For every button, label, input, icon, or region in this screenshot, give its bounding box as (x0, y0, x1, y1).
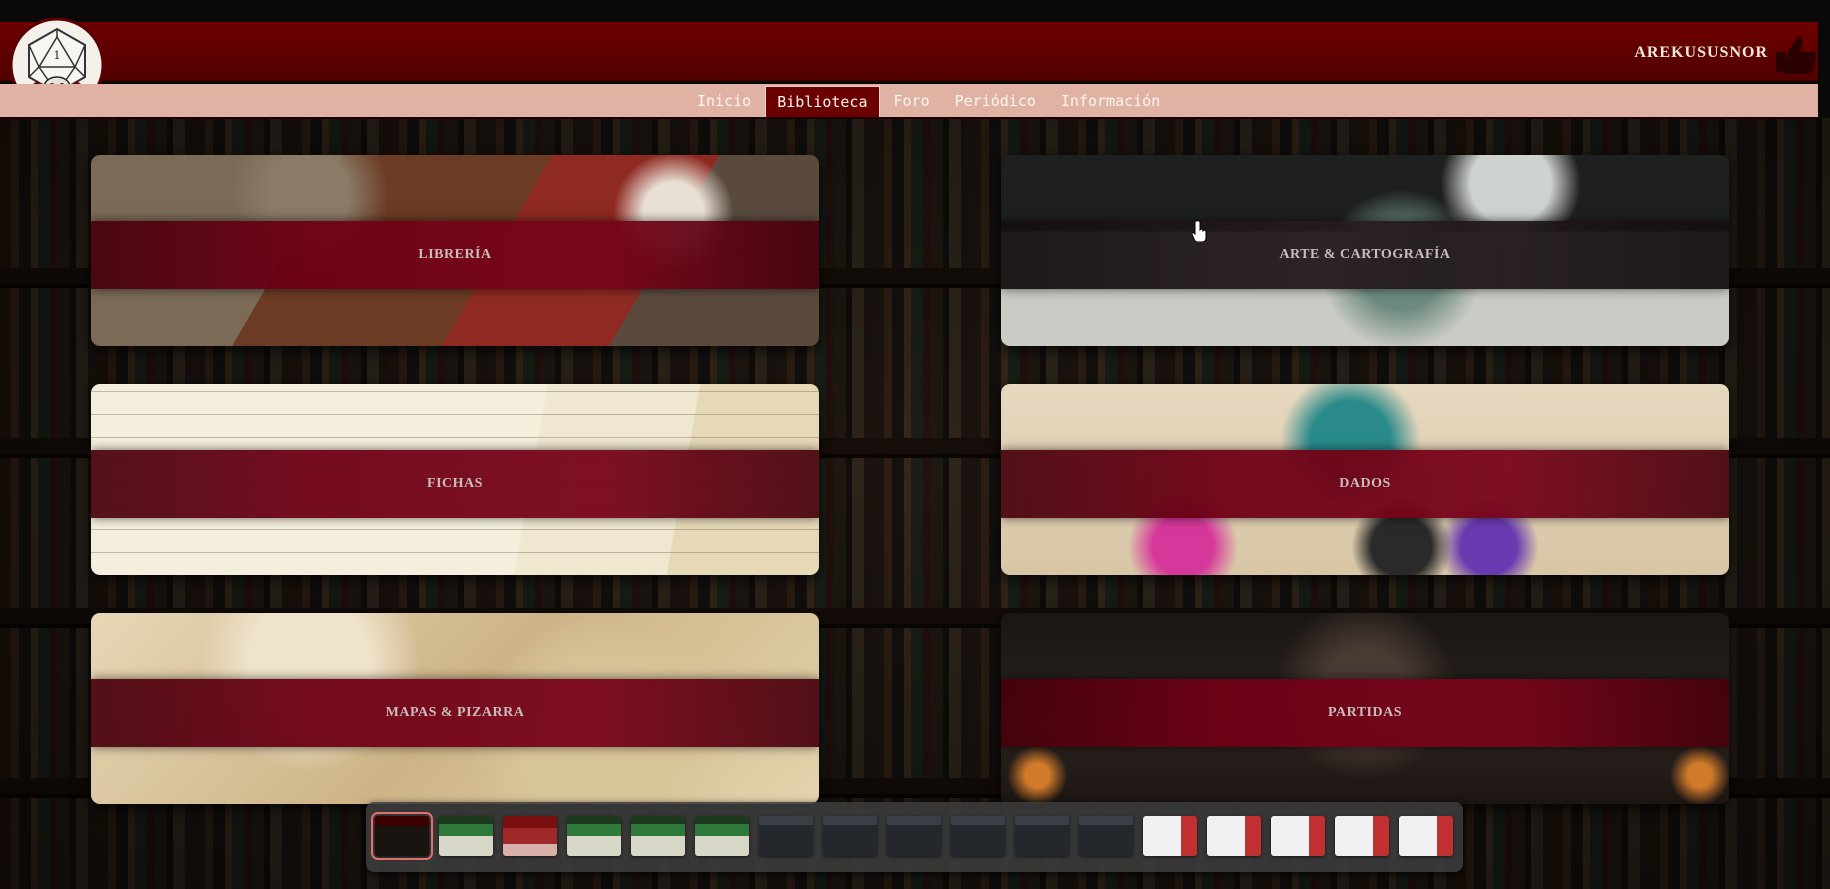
card-band: PARTIDAS (1001, 679, 1729, 747)
nav-item-foro[interactable]: Foro (883, 86, 941, 116)
card-label: DADOS (1339, 476, 1391, 491)
window-thumbnail-strip (366, 802, 1463, 872)
library-card-dados[interactable]: DADOS (1001, 384, 1729, 575)
thumbnail[interactable] (759, 816, 813, 856)
main-navigation: Inicio Biblioteca Foro Periódico Informa… (686, 86, 1174, 117)
thumbs-up-icon[interactable] (1772, 32, 1820, 74)
thumbnail[interactable] (1399, 816, 1453, 856)
library-card-libreria[interactable]: LIBRERÍA (91, 155, 819, 346)
username[interactable]: AREKUSUSNOR (1634, 44, 1768, 62)
thumbnail[interactable] (439, 816, 493, 856)
card-band: MAPAS & PIZARRA (91, 679, 819, 747)
nav-item-periodico[interactable]: Periódico (944, 86, 1047, 116)
library-card-partidas[interactable]: PARTIDAS (1001, 613, 1729, 804)
nav-item-inicio[interactable]: Inicio (686, 86, 762, 116)
card-label: ARTE & CARTOGRAFÍA (1279, 247, 1451, 262)
thumbnail[interactable] (1079, 816, 1133, 856)
thumbnail[interactable] (631, 816, 685, 856)
card-band: ARTE & CARTOGRAFÍA (1001, 221, 1729, 289)
library-card-arte-cartografia[interactable]: ARTE & CARTOGRAFÍA (1001, 155, 1729, 346)
thumbnail[interactable] (1335, 816, 1389, 856)
card-label: MAPAS & PIZARRA (385, 705, 525, 720)
thumbnail[interactable] (371, 812, 433, 860)
card-label: FICHAS (427, 476, 483, 491)
card-band: FICHAS (91, 450, 819, 518)
card-band: LIBRERÍA (91, 221, 819, 289)
thumbnail[interactable] (567, 816, 621, 856)
library-card-mapas-pizarra[interactable]: MAPAS & PIZARRA (91, 613, 819, 804)
hand-pointer-cursor-icon (1192, 220, 1207, 242)
library-card-fichas[interactable]: FICHAS (91, 384, 819, 575)
thumbnail[interactable] (1143, 816, 1197, 856)
nav-item-biblioteca[interactable]: Biblioteca (765, 86, 880, 117)
site-header (0, 22, 1818, 82)
card-band: DADOS (1001, 450, 1729, 518)
thumbnail[interactable] (503, 816, 557, 856)
thumbnail[interactable] (823, 816, 877, 856)
thumbnail[interactable] (1271, 816, 1325, 856)
thumbnail[interactable] (1015, 816, 1069, 856)
top-strip (0, 0, 1830, 22)
logo-number: 1 (54, 49, 61, 62)
card-label: PARTIDAS (1327, 705, 1403, 720)
thumbnail[interactable] (695, 816, 749, 856)
thumbnail[interactable] (887, 816, 941, 856)
nav-item-informacion[interactable]: Información (1050, 86, 1171, 116)
thumbnail[interactable] (1207, 816, 1261, 856)
thumbnail[interactable] (951, 816, 1005, 856)
card-label: LIBRERÍA (418, 247, 492, 262)
